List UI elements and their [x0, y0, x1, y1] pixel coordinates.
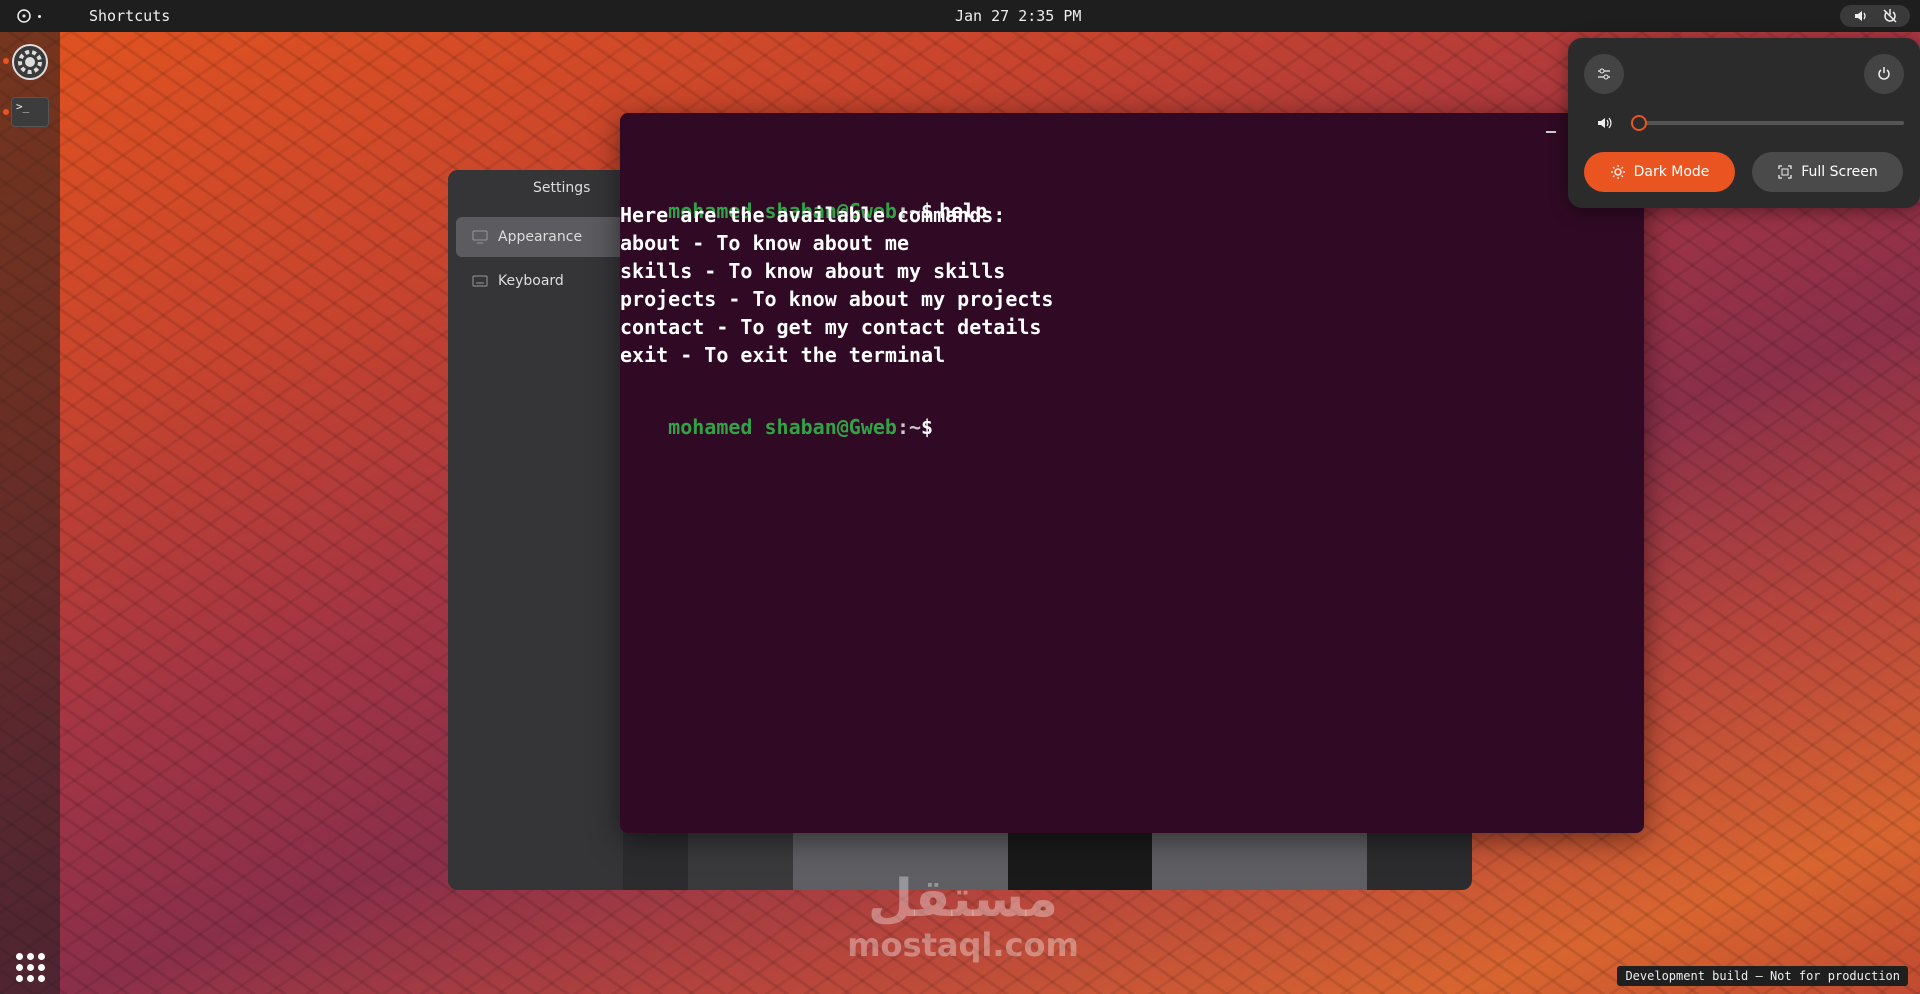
full-screen-toggle[interactable]: Full Screen — [1752, 152, 1903, 192]
settings-gear-icon — [12, 44, 48, 80]
terminal-output-line: contact - To get my contact details — [620, 315, 1042, 339]
terminal-output-line: about - To know about me — [620, 231, 909, 255]
volume-icon — [1598, 117, 1612, 129]
settings-title: Settings — [533, 180, 591, 196]
power-button[interactable] — [1864, 54, 1904, 94]
dot-icon — [38, 14, 41, 18]
system-tray[interactable] — [1840, 5, 1910, 27]
sliders-icon — [1598, 68, 1610, 80]
sidebar-item-label: Appearance — [498, 229, 583, 245]
sidebar-item-keyboard[interactable]: Keyboard — [456, 261, 646, 301]
dock: >_ — [0, 32, 60, 994]
clock-circle-icon — [17, 9, 31, 23]
sun-icon — [1610, 165, 1625, 179]
dock-settings[interactable] — [10, 42, 50, 82]
dark-mode-toggle[interactable]: Dark Mode — [1584, 152, 1735, 192]
display-icon — [472, 230, 488, 244]
terminal-input-line[interactable]: mohamed shaban@Gweb:~$ — [620, 385, 933, 469]
watermark-latin: mostaql.com — [847, 926, 1079, 964]
terminal-window[interactable]: mohamed shaban@Gweb:~$ help Here are the … — [620, 113, 1644, 833]
watermark-arabic: مستقل — [867, 869, 1059, 929]
sidebar-item-label: Keyboard — [498, 273, 564, 289]
terminal-output-line: skills - To know about my skills — [620, 259, 1006, 283]
prompt-path: :~ — [896, 415, 922, 439]
terminal-output-line: exit - To exit the terminal — [620, 343, 946, 367]
power-off-icon — [1882, 9, 1897, 23]
terminal-prompt-icon: >_ — [16, 100, 30, 113]
fullscreen-icon — [1778, 165, 1792, 179]
top-bar: Shortcuts Jan 27 2:35 PM — [0, 0, 1920, 32]
prompt-symbol: $ — [921, 415, 934, 439]
quick-settings-panel: Dark Mode Full Screen — [1568, 38, 1920, 208]
sidebar-item-appearance[interactable]: Appearance — [456, 217, 646, 257]
settings-sidebar: Settings Appearance Keyboard — [448, 170, 646, 890]
desktop: { "topbar": { "activities_label": "Short… — [0, 0, 1920, 994]
dev-build-badge: Development build — Not for production — [1617, 966, 1908, 986]
watermark-logo: مستقل mostaql.com — [843, 870, 1083, 962]
terminal-output-line: Here are the available commands: — [620, 203, 1006, 227]
wallpaper-preview[interactable] — [1152, 832, 1367, 890]
shortcuts-menu[interactable]: Shortcuts — [89, 7, 170, 25]
settings-shortcut-button[interactable] — [1584, 54, 1624, 94]
dark-mode-label: Dark Mode — [1633, 164, 1710, 180]
terminal-output-line: projects - To know about my projects — [620, 287, 1054, 311]
prompt-user: mohamed shaban@Gweb — [668, 415, 897, 439]
running-indicator — [3, 58, 9, 64]
volume-slider-knob[interactable] — [1631, 115, 1647, 131]
clock[interactable]: Jan 27 2:35 PM — [955, 7, 1081, 25]
show-apps-button[interactable] — [14, 951, 46, 983]
power-icon — [1878, 67, 1890, 80]
running-indicator — [3, 109, 9, 115]
volume-slider[interactable] — [1640, 121, 1904, 125]
app-grid-icon — [15, 952, 45, 982]
volume-icon — [1854, 11, 1866, 21]
dock-terminal[interactable]: >_ — [11, 97, 49, 127]
minimize-button[interactable] — [1546, 131, 1556, 133]
wallpaper-preview[interactable] — [688, 832, 793, 890]
full-screen-label: Full Screen — [1801, 164, 1878, 180]
activities-indicator[interactable] — [16, 8, 41, 24]
keyboard-icon — [472, 275, 488, 287]
